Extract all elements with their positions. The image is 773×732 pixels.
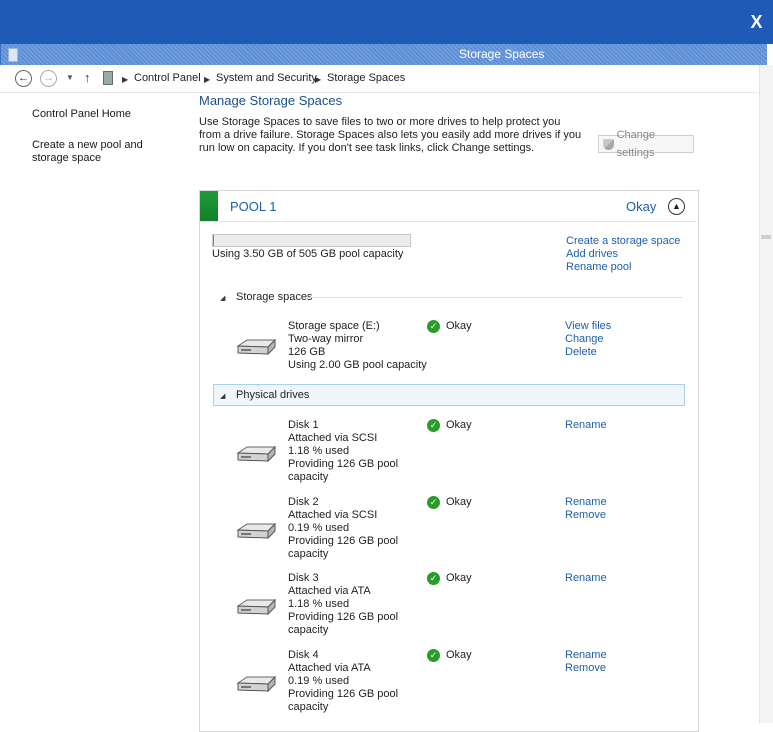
- disk-detail-line: Providing 126 GB pool: [288, 611, 399, 623]
- pool-usage-text: Using 3.50 GB of 505 GB pool capacity: [212, 248, 404, 260]
- nav-create-pool[interactable]: Create a new pool and storage space: [32, 139, 182, 165]
- chevron-down-icon[interactable]: ▼: [66, 73, 74, 82]
- nav-control-panel-home[interactable]: Control Panel Home: [32, 108, 131, 121]
- disk-detail-line: Providing 126 GB pool: [288, 535, 399, 547]
- disk-status: Okay: [446, 572, 472, 584]
- control-panel-icon: [103, 71, 113, 85]
- create-storage-space-link[interactable]: Create a storage space: [566, 235, 680, 247]
- disk-detail-line: Attached via SCSI: [288, 432, 378, 444]
- title-bar: [0, 44, 767, 65]
- disk-status: Okay: [446, 496, 472, 508]
- disk-detail-line: capacity: [288, 624, 329, 636]
- drive-icon: [235, 445, 277, 468]
- window-title: Storage Spaces: [459, 47, 545, 61]
- drive-icon: [235, 598, 277, 621]
- shield-icon: [603, 138, 614, 150]
- breadcrumb-separator-icon: ▶: [204, 75, 211, 84]
- scrollbar-thumb[interactable]: [761, 235, 771, 239]
- disk-detail-line: capacity: [288, 701, 329, 713]
- disk-detail-line: Attached via ATA: [288, 662, 371, 674]
- disk-detail-line: Providing 126 GB pool: [288, 458, 399, 470]
- change-settings-button[interactable]: Change settings: [598, 129, 694, 159]
- back-arrow-icon[interactable]: ←: [15, 70, 32, 87]
- close-button[interactable]: X: [740, 0, 773, 44]
- disk-detail-line: Attached via SCSI: [288, 509, 378, 521]
- collapse-icon[interactable]: ▲: [668, 198, 685, 215]
- breadcrumb-separator-icon: ▶: [122, 75, 129, 84]
- storage-space-detail-line: 126 GB: [288, 346, 326, 358]
- add-drives-link[interactable]: Add drives: [566, 248, 618, 260]
- disk-detail-line: 1.18 % used: [288, 445, 350, 457]
- forward-arrow-icon[interactable]: →: [40, 70, 57, 87]
- pool-usage-bar: [212, 234, 411, 247]
- section-divider: [310, 297, 682, 298]
- delete-link[interactable]: Delete: [565, 346, 597, 358]
- window-icon: [8, 48, 18, 62]
- breadcrumb-system-security[interactable]: System and Security: [216, 72, 317, 84]
- storage-space-detail-line: Storage space (E:): [288, 320, 380, 332]
- section-expand-icon[interactable]: ◢: [220, 392, 225, 400]
- storage-space-detail-line: Two-way mirror: [288, 333, 364, 345]
- disk-details: Disk 1 Attached via SCSI 1.18 % used Provid…: [288, 419, 398, 484]
- drive-icon: [235, 522, 277, 545]
- section-expand-icon[interactable]: ◢: [220, 294, 225, 302]
- disk-detail-line: Providing 126 GB pool: [288, 688, 399, 700]
- breadcrumb-control-panel[interactable]: Control Panel: [134, 72, 201, 84]
- ok-check-icon: ✓: [427, 649, 440, 662]
- storage-spaces-section-title: Storage spaces: [236, 291, 313, 303]
- breadcrumb-storage-spaces[interactable]: Storage Spaces: [327, 72, 405, 84]
- disk-detail-line: Disk 4: [288, 649, 319, 661]
- rename-disk-link[interactable]: Rename: [565, 496, 607, 508]
- view-files-link[interactable]: View files: [565, 320, 611, 332]
- rename-disk-link[interactable]: Rename: [565, 649, 607, 661]
- pool-usage-fill: [213, 235, 214, 246]
- disk-status: Okay: [446, 419, 472, 431]
- rename-disk-link[interactable]: Rename: [565, 572, 607, 584]
- vertical-scrollbar[interactable]: [759, 65, 773, 723]
- disk-detail-line: Disk 1: [288, 419, 319, 431]
- pool-name: POOL 1: [230, 199, 277, 214]
- change-settings-label: Change settings: [616, 129, 656, 159]
- disk-status: Okay: [446, 649, 472, 661]
- up-arrow-icon[interactable]: ↑: [84, 70, 91, 85]
- page-title: Manage Storage Spaces: [199, 93, 343, 108]
- storage-space-details: Storage space (E:) Two-way mirror 126 GB Us…: [288, 320, 427, 372]
- page-description: Use Storage Spaces to save files to two …: [199, 116, 582, 154]
- storage-space-detail-line: Using 2.00 GB pool capacity: [288, 359, 427, 371]
- rename-disk-link[interactable]: Rename: [565, 419, 607, 431]
- disk-detail-line: 1.18 % used: [288, 598, 350, 610]
- disk-detail-line: Attached via ATA: [288, 585, 371, 597]
- drive-icon: [235, 675, 277, 698]
- rename-pool-link[interactable]: Rename pool: [566, 261, 631, 273]
- disk-detail-line: 0.19 % used: [288, 522, 350, 534]
- ok-check-icon: ✓: [427, 496, 440, 509]
- ok-check-icon: ✓: [427, 572, 440, 585]
- ok-check-icon: ✓: [427, 320, 440, 333]
- storage-space-status: Okay: [446, 320, 472, 332]
- pool-status: Okay: [626, 199, 657, 214]
- pool-status-stripe: [200, 191, 218, 221]
- change-link[interactable]: Change: [565, 333, 604, 345]
- physical-drives-section-title: Physical drives: [236, 389, 310, 401]
- remove-disk-link[interactable]: Remove: [565, 662, 606, 674]
- top-bar: [0, 0, 773, 44]
- disk-detail-line: capacity: [288, 548, 329, 560]
- disk-detail-line: 0.19 % used: [288, 675, 350, 687]
- disk-detail-line: Disk 2: [288, 496, 319, 508]
- disk-detail-line: Disk 3: [288, 572, 319, 584]
- disk-detail-line: capacity: [288, 471, 329, 483]
- disk-details: Disk 3 Attached via ATA 1.18 % used Providi…: [288, 572, 398, 637]
- ok-check-icon: ✓: [427, 419, 440, 432]
- breadcrumb-separator-icon: ▶: [315, 75, 322, 84]
- remove-disk-link[interactable]: Remove: [565, 509, 606, 521]
- disk-details: Disk 2 Attached via SCSI 0.19 % used Provid…: [288, 496, 398, 561]
- drive-icon: [235, 338, 277, 361]
- disk-details: Disk 4 Attached via ATA 0.19 % used Providi…: [288, 649, 398, 714]
